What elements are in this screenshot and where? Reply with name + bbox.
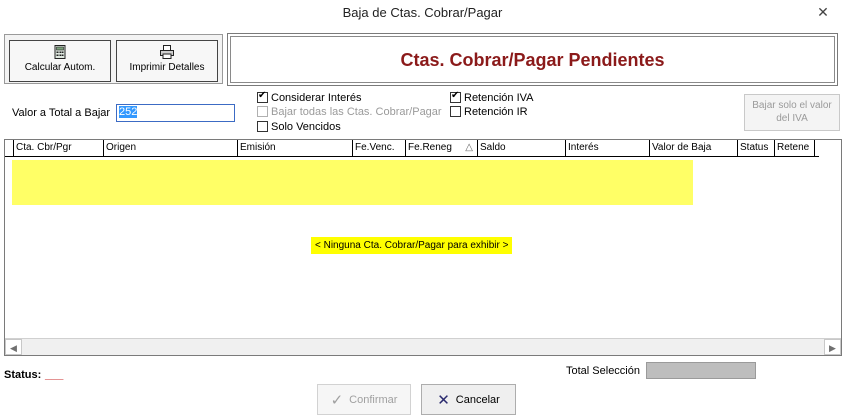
calcular-autom-label: Calcular Autom. [24, 62, 96, 73]
row-indicator [5, 140, 14, 156]
confirmar-label: Confirmar [349, 393, 398, 406]
valor-total-label: Valor a Total a Bajar [12, 107, 111, 119]
bajar-iva-button[interactable]: Bajar solo el valor del IVA [744, 94, 840, 131]
printer-icon [160, 45, 174, 59]
col-fe-reneg-label: Fe.Reneg [408, 142, 452, 153]
grid-header: Cta. Cbr/Pgr Origen Emisión Fe.Venc. Fe.… [5, 140, 819, 157]
retencion-iva-box [450, 90, 461, 103]
horizontal-scrollbar[interactable]: ◀ ▶ [5, 338, 841, 355]
imprimir-detalles-button[interactable]: Imprimir Detalles [116, 40, 218, 82]
scroll-right-icon[interactable]: ▶ [824, 339, 841, 355]
grid-highlight-row [12, 160, 693, 205]
status-value: ___ [45, 369, 64, 381]
total-seleccion-label: Total Selección [566, 365, 640, 377]
solo-vencidos-checkbox[interactable]: Solo Vencidos [257, 121, 341, 133]
col-interes[interactable]: Interés [566, 140, 650, 156]
window-titlebar: Baja de Ctas. Cobrar/Pagar ✕ [0, 0, 845, 26]
imprimir-detalles-label: Imprimir Detalles [129, 62, 205, 73]
considerar-interes-label: Considerar Interés [271, 92, 362, 104]
col-fe-venc[interactable]: Fe.Venc. [353, 140, 406, 156]
calculator-icon [54, 45, 66, 59]
bajar-todas-box [257, 106, 268, 117]
col-origen[interactable]: Origen [104, 140, 238, 156]
solo-vencidos-label: Solo Vencidos [271, 121, 341, 133]
valor-total-input[interactable]: 252 [116, 104, 235, 122]
status-label: Status: [4, 369, 42, 381]
col-retene[interactable]: Retene [775, 140, 815, 156]
retencion-ir-box [450, 106, 461, 117]
col-fe-reneg[interactable]: Fe.Reneg △ [406, 140, 478, 156]
check-icon: ✓ [330, 391, 344, 409]
header-panel: Ctas. Cobrar/Pagar Pendientes [227, 33, 838, 86]
col-emision[interactable]: Emisión [238, 140, 353, 156]
bajar-todas-checkbox: Bajar todas las Ctas. Cobrar/Pagar [257, 106, 442, 118]
cancelar-button[interactable]: ✕ Cancelar [421, 384, 516, 415]
retencion-ir-label: Retención IR [464, 106, 528, 118]
retencion-ir-checkbox[interactable]: Retención IR [450, 106, 528, 118]
scroll-left-icon[interactable]: ◀ [5, 339, 22, 355]
toolbar-panel: Calcular Autom. Imprimir Detalles [4, 34, 223, 84]
retencion-iva-checkbox[interactable]: Retención IVA [450, 90, 534, 104]
col-cta[interactable]: Cta. Cbr/Pgr [14, 140, 104, 156]
close-icon[interactable]: ✕ [813, 2, 833, 22]
col-status[interactable]: Status [738, 140, 775, 156]
considerar-interes-checkbox[interactable]: Considerar Interés [257, 90, 362, 104]
window-title: Baja de Ctas. Cobrar/Pagar [342, 5, 503, 20]
valor-total-value: 252 [119, 106, 138, 118]
col-saldo[interactable]: Saldo [478, 140, 566, 156]
total-seleccion-field [646, 362, 756, 379]
calcular-autom-button[interactable]: Calcular Autom. [9, 40, 111, 82]
empty-message: < Ninguna Cta. Cobrar/Pagar para exhibir… [311, 237, 513, 254]
cancel-x-icon: ✕ [437, 391, 450, 409]
considerar-interes-box [257, 90, 268, 103]
retencion-iva-label: Retención IVA [464, 92, 534, 104]
ctas-grid[interactable]: Cta. Cbr/Pgr Origen Emisión Fe.Venc. Fe.… [4, 139, 842, 356]
col-valor-baja[interactable]: Valor de Baja [650, 140, 738, 156]
cancelar-label: Cancelar [455, 393, 500, 406]
bajar-todas-label: Bajar todas las Ctas. Cobrar/Pagar [271, 106, 442, 118]
page-title: Ctas. Cobrar/Pagar Pendientes [400, 50, 665, 70]
solo-vencidos-box [257, 121, 268, 132]
confirmar-button: ✓ Confirmar [317, 384, 411, 415]
sort-asc-icon: △ [465, 142, 473, 153]
